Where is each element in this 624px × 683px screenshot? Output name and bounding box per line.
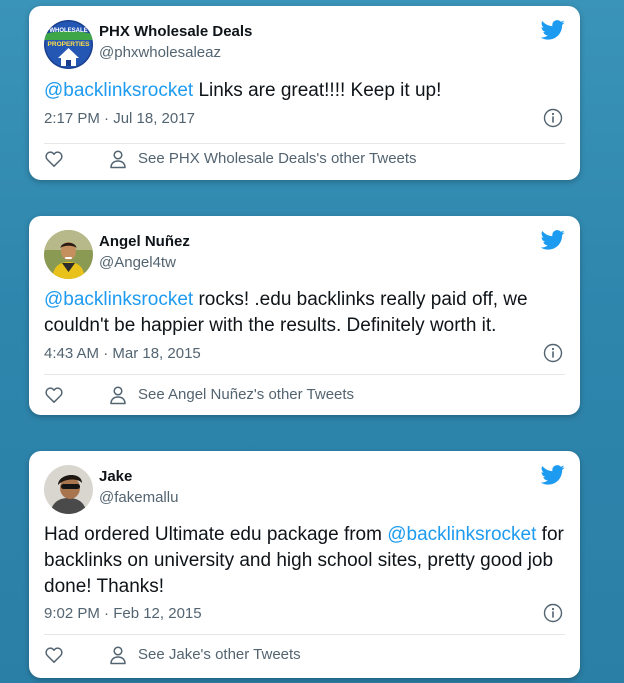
person-icon[interactable] [109, 645, 127, 665]
tweet-card: Angel Nuñez @Angel4tw @backlinksrocket r… [29, 216, 580, 415]
tweet-actions: See PHX Wholesale Deals's other Tweets [44, 147, 565, 171]
author-name[interactable]: PHX Wholesale Deals [99, 23, 252, 40]
person-icon[interactable] [109, 385, 127, 405]
heart-icon[interactable] [44, 149, 64, 169]
tweet-card: WHOLESALE PROPERTIES PHX Wholesale Deals… [29, 6, 580, 180]
info-icon[interactable] [543, 108, 563, 128]
divider [44, 374, 565, 375]
info-icon[interactable] [543, 603, 563, 623]
tweet-actions: See Jake's other Tweets [44, 643, 565, 667]
avatar-logo-text: WHOLESALE [49, 28, 87, 34]
info-icon[interactable] [543, 343, 563, 363]
see-other-tweets-link[interactable]: See Jake's other Tweets [138, 646, 301, 663]
tweet-text: Had ordered Ultimate edu package from @b… [44, 522, 564, 600]
divider [44, 143, 565, 144]
avatar[interactable] [44, 465, 93, 514]
timestamp[interactable]: 2:17 PM · Jul 18, 2017 [44, 110, 195, 127]
twitter-bird-icon[interactable] [541, 465, 565, 485]
profile-photo-icon [44, 230, 93, 279]
avatar[interactable]: WHOLESALE PROPERTIES [44, 20, 93, 69]
timestamp[interactable]: 4:43 AM · Mar 18, 2015 [44, 345, 201, 362]
twitter-bird-icon[interactable] [541, 20, 565, 40]
author-handle[interactable]: @fakemallu [99, 489, 178, 506]
tweet-body: Links are great!!!! Keep it up! [193, 80, 442, 101]
mention-link[interactable]: @backlinksrocket [387, 524, 536, 545]
wholesale-logo-icon: WHOLESALE PROPERTIES [44, 20, 93, 69]
twitter-bird-icon[interactable] [541, 230, 565, 250]
author-name[interactable]: Jake [99, 468, 132, 485]
author-handle[interactable]: @phxwholesaleaz [99, 44, 221, 61]
tweet-text: @backlinksrocket Links are great!!!! Kee… [44, 78, 564, 104]
divider [44, 634, 565, 635]
mention-link[interactable]: @backlinksrocket [44, 289, 193, 310]
profile-photo-icon [44, 465, 93, 514]
timestamp[interactable]: 9:02 PM · Feb 12, 2015 [44, 605, 202, 622]
tweet-body: Had ordered Ultimate edu package from [44, 524, 388, 545]
heart-icon[interactable] [44, 385, 64, 405]
mention-link[interactable]: @backlinksrocket [44, 80, 193, 101]
see-other-tweets-link[interactable]: See Angel Nuñez's other Tweets [138, 386, 354, 403]
person-icon[interactable] [109, 149, 127, 169]
author-handle[interactable]: @Angel4tw [99, 254, 176, 271]
tweet-actions: See Angel Nuñez's other Tweets [44, 383, 565, 407]
author-name[interactable]: Angel Nuñez [99, 233, 190, 250]
see-other-tweets-link[interactable]: See PHX Wholesale Deals's other Tweets [138, 150, 417, 167]
tweet-card: Jake @fakemallu Had ordered Ultimate edu… [29, 451, 580, 678]
tweet-text: @backlinksrocket rocks! .edu backlinks r… [44, 287, 564, 339]
avatar-logo-text: PROPERTIES [48, 41, 91, 48]
avatar[interactable] [44, 230, 93, 279]
heart-icon[interactable] [44, 645, 64, 665]
